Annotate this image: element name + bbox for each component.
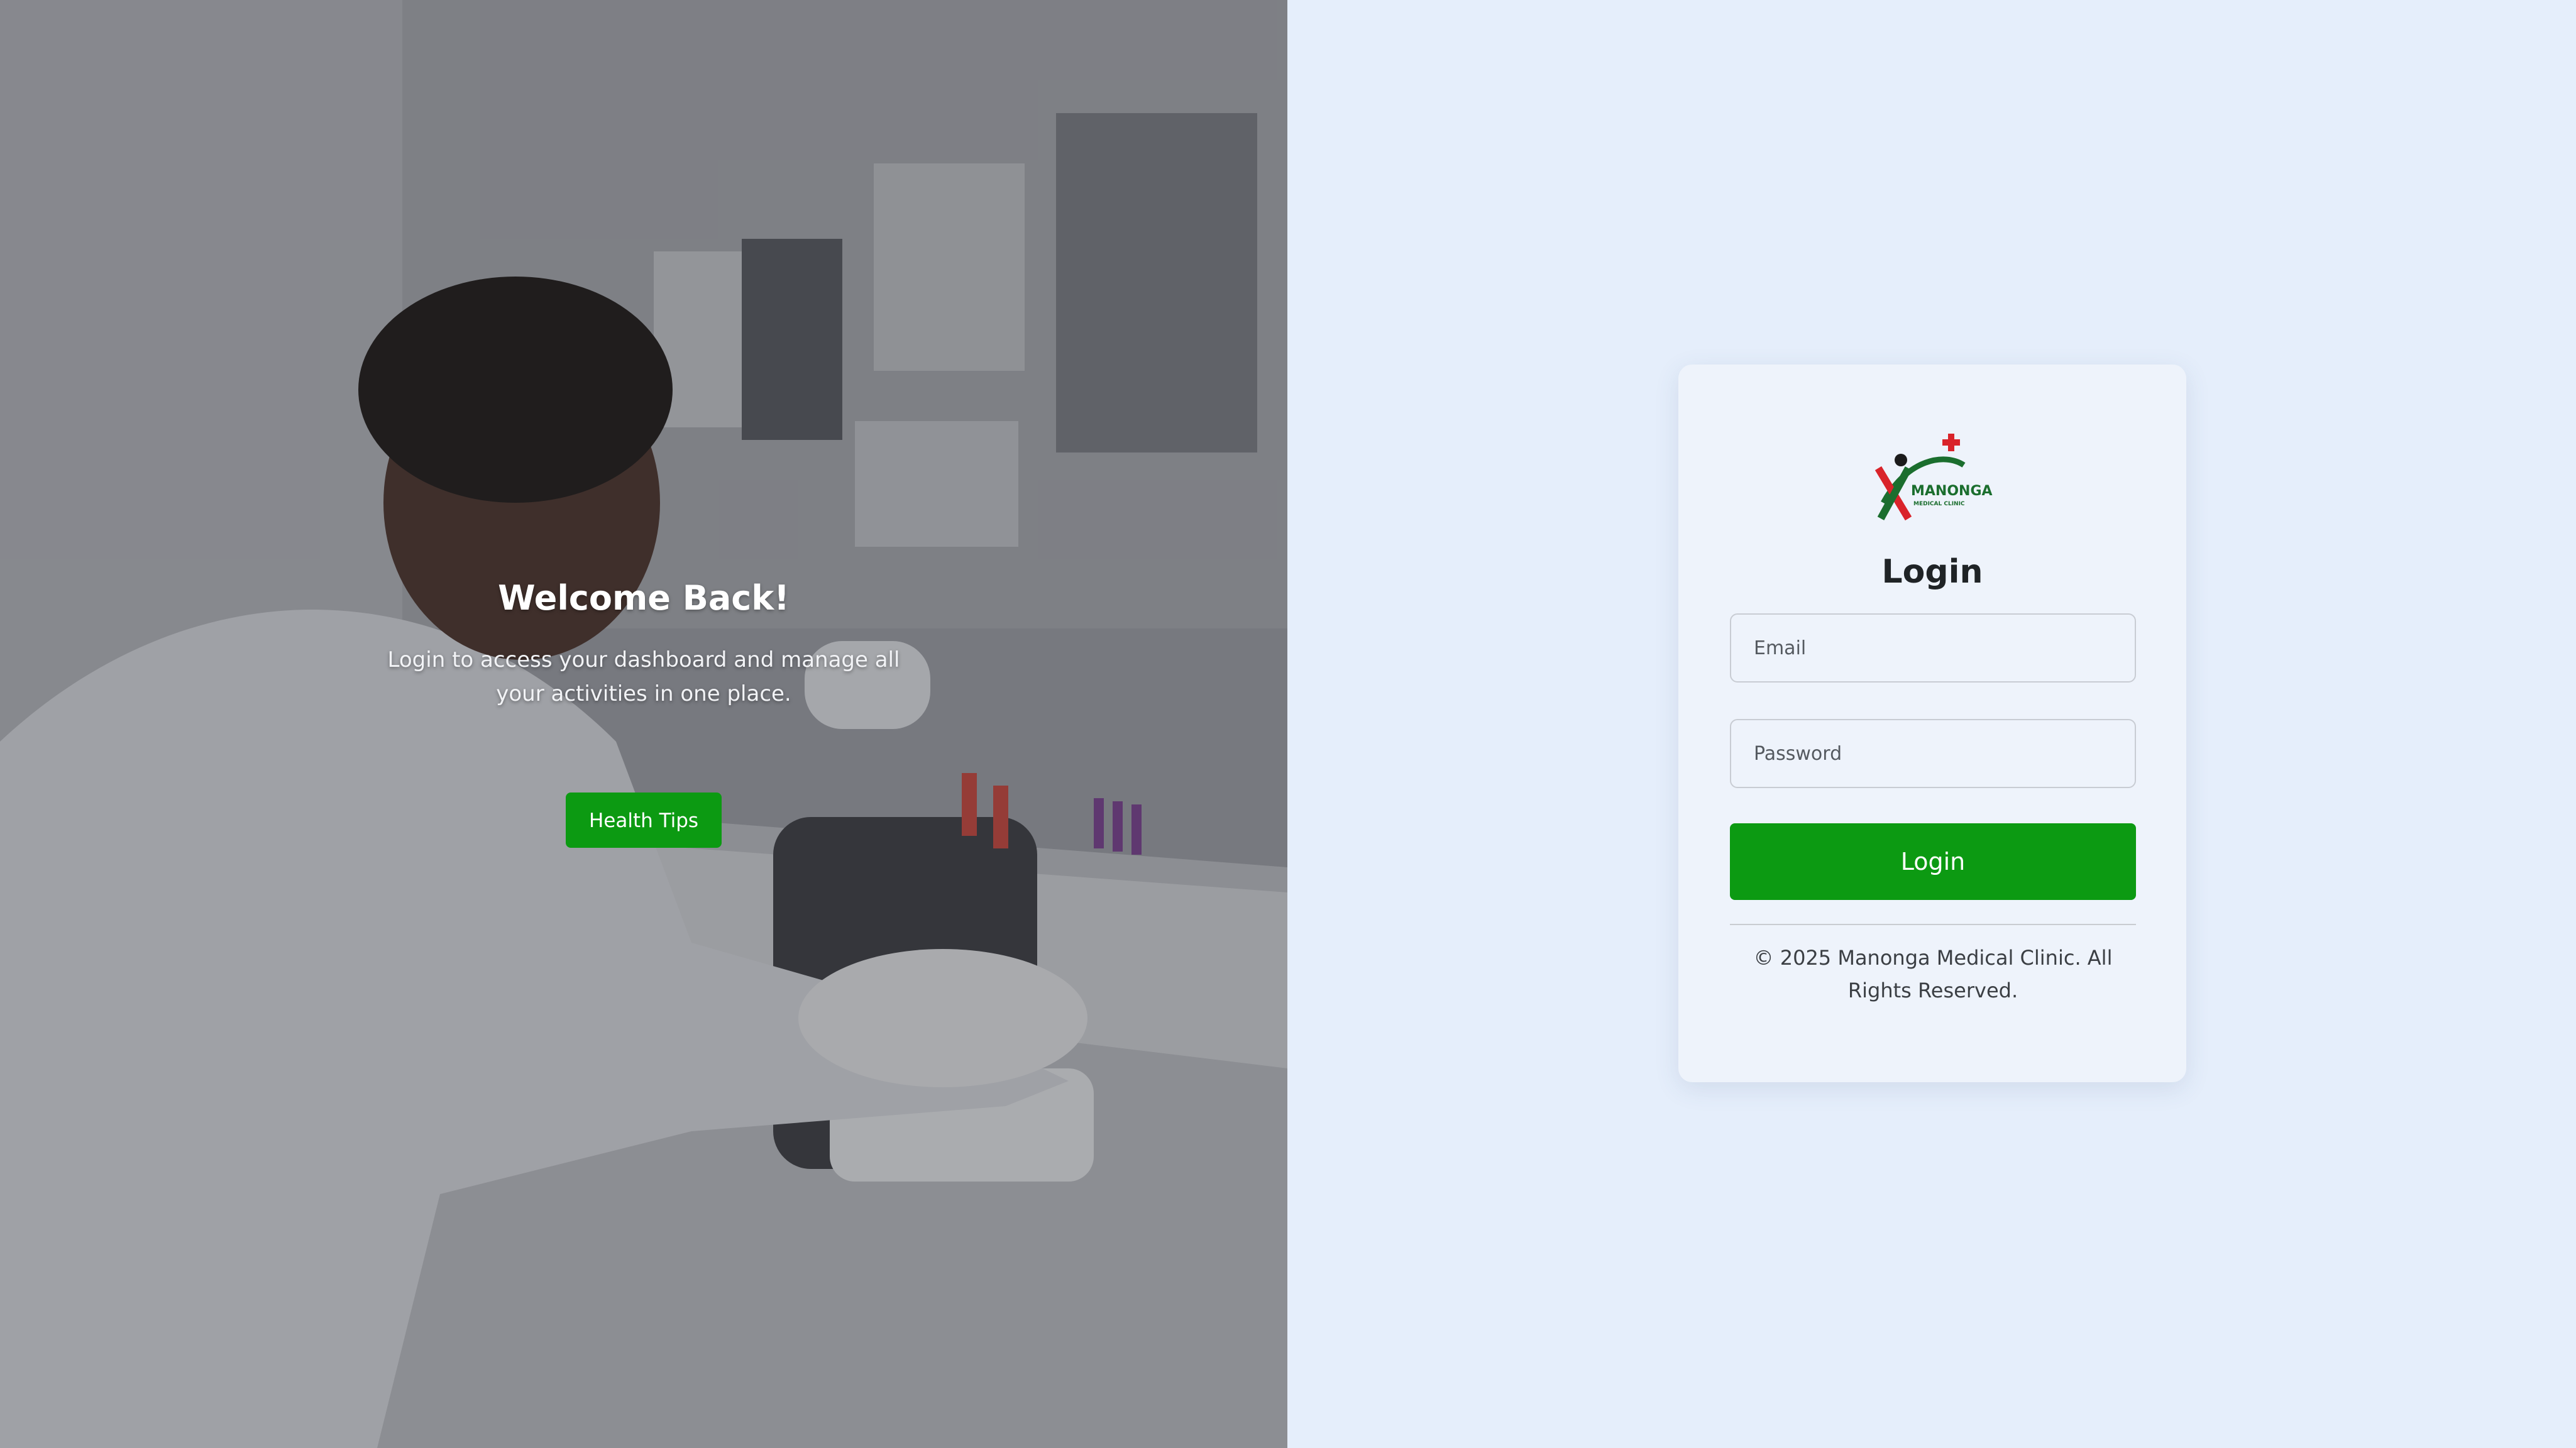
password-field[interactable]	[1730, 719, 2136, 788]
health-tips-button[interactable]: Health Tips	[566, 793, 722, 848]
email-field[interactable]	[1730, 613, 2136, 683]
hero-subtitle: Login to access your dashboard and manag…	[387, 647, 900, 706]
logo-brand-text: MANONGA	[1911, 483, 1993, 499]
clinic-logo: MANONGA MEDICAL CLINIC	[1869, 434, 1995, 522]
copyright-text: © 2025 Manonga Medical Clinic. All Right…	[1753, 946, 2113, 1002]
logo-brand-subtext: MEDICAL CLINIC	[1913, 501, 1965, 507]
login-page: Welcome Back! Login to access your dashb…	[0, 0, 2576, 1448]
login-card: MANONGA MEDICAL CLINIC Login Login © 202…	[1678, 365, 2186, 1082]
login-panel: MANONGA MEDICAL CLINIC Login Login © 202…	[1287, 0, 2576, 1448]
hero-panel: Welcome Back! Login to access your dashb…	[0, 0, 1287, 1448]
login-button[interactable]: Login	[1730, 823, 2136, 900]
hero-title: Welcome Back!	[498, 578, 790, 618]
login-title: Login	[1881, 553, 1983, 591]
hero-content: Welcome Back! Login to access your dashb…	[0, 578, 1287, 848]
card-divider	[1730, 924, 2136, 925]
